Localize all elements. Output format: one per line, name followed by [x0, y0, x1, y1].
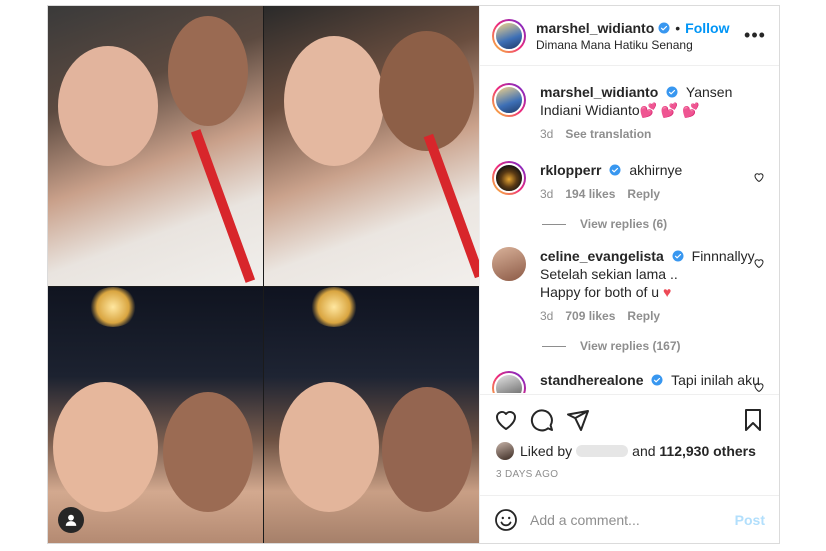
view-replies-button[interactable]: View replies (167) — [542, 339, 767, 353]
likes-count[interactable]: 112,930 others — [659, 443, 756, 459]
post-header: marshel_widianto • Follow Dimana Mana Ha… — [480, 6, 779, 66]
see-translation-button[interactable]: See translation — [565, 125, 651, 143]
reply-button[interactable]: Reply — [627, 307, 660, 325]
verified-icon — [658, 22, 670, 33]
comment-item: standherealone Tapi inilah aku . . — [492, 371, 767, 393]
like-comment-heart-icon[interactable] — [753, 381, 765, 393]
post-comment-button[interactable]: Post — [735, 512, 765, 528]
verified-icon — [672, 250, 684, 262]
comment-icon[interactable] — [530, 408, 554, 432]
post-date[interactable]: 3 DAYS AGO — [496, 469, 558, 480]
follow-button[interactable]: Follow — [685, 20, 729, 36]
commenter-avatar[interactable] — [492, 371, 526, 393]
comment-time[interactable]: 3d — [540, 185, 553, 203]
comment-text-line3: Happy for both of u — [540, 284, 660, 300]
red-heart-icon: ♥ — [662, 284, 672, 300]
verified-icon — [666, 86, 678, 98]
caption: marshel_widianto Yansen Indiani Widianto… — [492, 83, 767, 143]
comment-username[interactable]: rklopperr — [540, 162, 601, 178]
view-replies-label: View replies (6) — [580, 217, 668, 231]
caption-username[interactable]: marshel_widianto — [540, 84, 658, 100]
bookmark-icon[interactable] — [741, 408, 765, 432]
emoji-icon[interactable] — [494, 508, 518, 532]
heart-icon[interactable] — [494, 408, 518, 432]
likes-and: and — [632, 443, 656, 459]
separator-dot: • — [675, 19, 681, 36]
author-username[interactable]: marshel_widianto — [536, 20, 654, 36]
comment-likes[interactable]: 194 likes — [565, 185, 615, 203]
post-location[interactable]: Dimana Mana Hatiku Senang — [536, 38, 743, 52]
comment-item: celine_evangelista Finnnallyy Setelah se… — [492, 247, 767, 325]
author-avatar[interactable] — [492, 18, 526, 53]
caption-avatar[interactable] — [492, 83, 526, 117]
comment-input[interactable] — [530, 511, 735, 528]
comment-username[interactable]: standherealone — [540, 372, 643, 388]
comment-username[interactable]: celine_evangelista — [540, 248, 664, 264]
view-replies-label: View replies (167) — [580, 339, 681, 353]
blurred-username — [576, 445, 629, 457]
reply-button[interactable]: Reply — [627, 185, 660, 203]
instagram-post: marshel_widianto • Follow Dimana Mana Ha… — [47, 5, 780, 544]
liker-avatar[interactable] — [496, 442, 514, 460]
more-icon[interactable]: ••• — [743, 24, 767, 48]
likes-prefix: Liked by — [520, 443, 573, 459]
verified-icon — [651, 374, 663, 386]
post-media-collage[interactable] — [48, 6, 479, 543]
caption-time[interactable]: 3d — [540, 125, 553, 143]
comments-list[interactable]: marshel_widianto Yansen Indiani Widianto… — [480, 67, 779, 393]
comment-text: akhirnye — [629, 162, 683, 178]
comment-text: Finnnallyy — [691, 248, 755, 264]
commenter-avatar[interactable] — [492, 161, 526, 195]
user-tag-icon[interactable] — [58, 507, 84, 533]
like-comment-heart-icon[interactable] — [753, 257, 765, 269]
photo-tile-4 — [264, 287, 479, 543]
divider — [542, 345, 566, 347]
post-side-panel: marshel_widianto • Follow Dimana Mana Ha… — [479, 6, 779, 543]
divider — [542, 223, 566, 225]
like-comment-heart-icon[interactable] — [753, 171, 765, 183]
share-icon[interactable] — [566, 408, 590, 432]
comment-item: rklopperr akhirnye 3d 194 likes Reply — [492, 161, 767, 203]
view-replies-button[interactable]: View replies (6) — [542, 217, 767, 231]
verified-icon — [609, 164, 621, 176]
comment-composer: Post — [480, 495, 779, 543]
comment-time[interactable]: 3d — [540, 307, 553, 325]
commenter-avatar[interactable] — [492, 247, 526, 281]
photo-tile-2 — [264, 6, 479, 286]
likes-summary[interactable]: Liked by and 112,930 others — [496, 442, 763, 460]
comment-text-line2: Setelah sekian lama .. — [540, 266, 678, 282]
comment-likes[interactable]: 709 likes — [565, 307, 615, 325]
photo-tile-1 — [48, 6, 263, 286]
photo-tile-3 — [48, 287, 263, 543]
post-actions-bar — [480, 394, 779, 444]
